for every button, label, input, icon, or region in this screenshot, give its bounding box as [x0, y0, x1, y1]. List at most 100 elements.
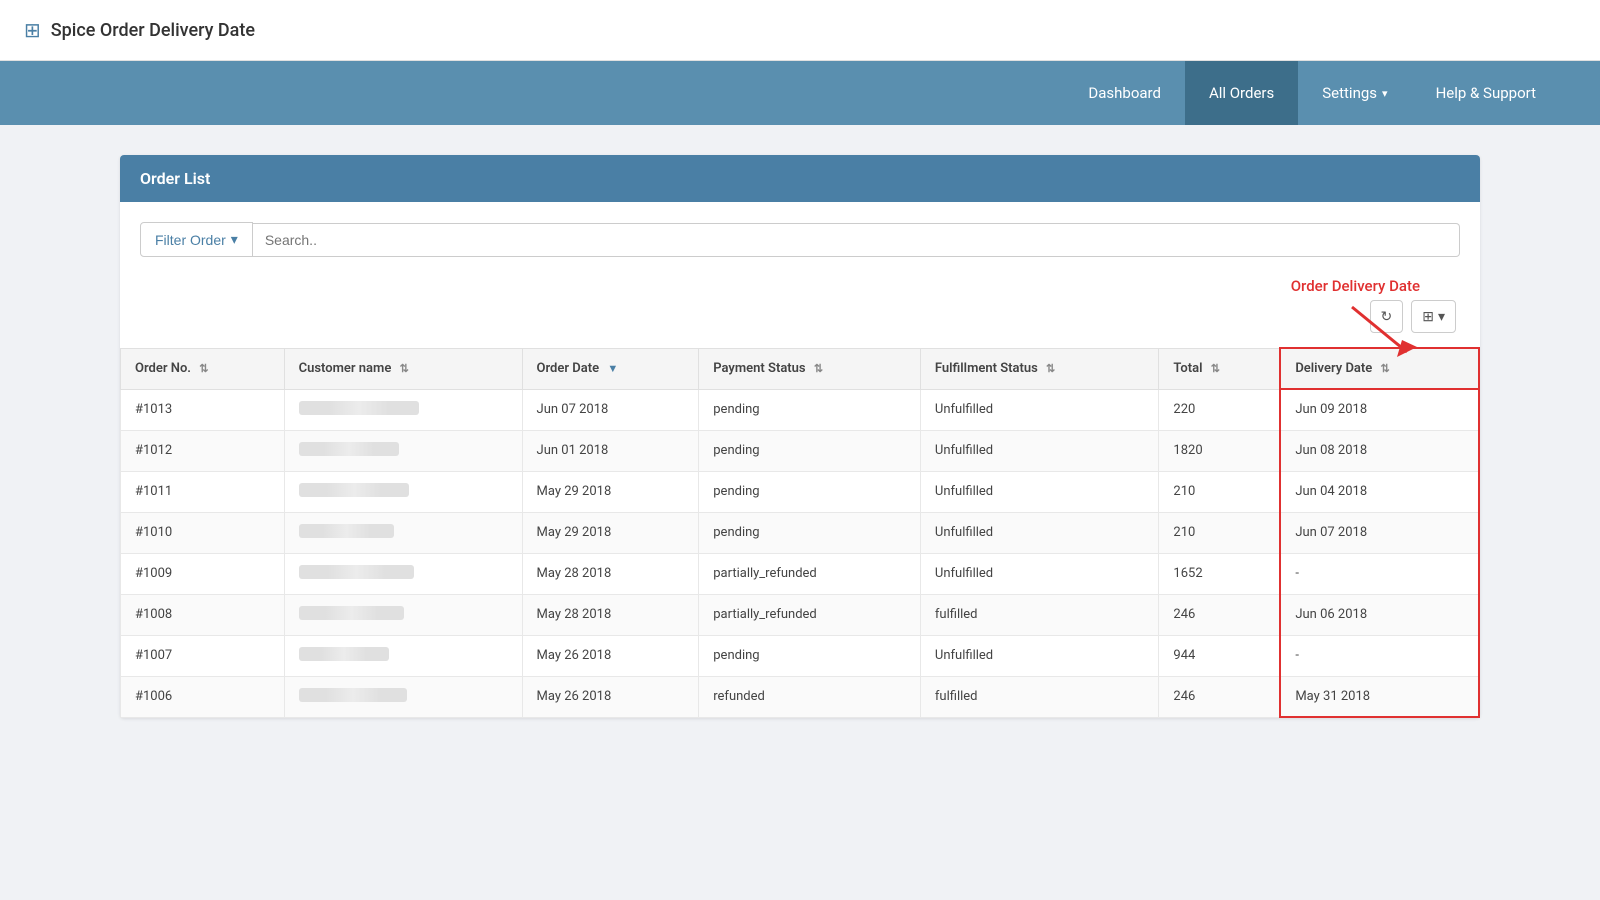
app-icon: ⊞: [24, 18, 41, 42]
annotation-label: Order Delivery Date: [1291, 277, 1420, 295]
columns-icon: ⊞: [1422, 308, 1434, 325]
cell-delivery-date: Jun 06 2018: [1280, 594, 1479, 635]
cell-customer-name: [284, 512, 522, 553]
cell-fulfillment-status: fulfilled: [920, 676, 1159, 717]
cell-delivery-date: Jun 09 2018: [1280, 389, 1479, 430]
columns-dropdown-icon: ▾: [1438, 308, 1445, 325]
cell-fulfillment-status: Unfulfilled: [920, 471, 1159, 512]
cell-payment-status: partially_refunded: [699, 553, 921, 594]
cell-customer-name: [284, 676, 522, 717]
cell-fulfillment-status: Unfulfilled: [920, 389, 1159, 430]
search-input[interactable]: [253, 223, 1460, 257]
cell-order-date: Jun 07 2018: [522, 389, 699, 430]
cell-order-no: #1007: [121, 635, 285, 676]
cell-total: 944: [1159, 635, 1280, 676]
sort-fulfillment-icon[interactable]: ⇅: [1046, 362, 1055, 375]
col-payment-status: Payment Status ⇅: [699, 348, 921, 389]
cell-delivery-date: -: [1280, 635, 1479, 676]
cell-order-no: #1009: [121, 553, 285, 594]
cell-order-no: #1008: [121, 594, 285, 635]
col-order-no: Order No. ⇅: [121, 348, 285, 389]
cell-customer-name: [284, 553, 522, 594]
cell-delivery-date: Jun 08 2018: [1280, 430, 1479, 471]
cell-payment-status: pending: [699, 512, 921, 553]
cell-order-date: May 26 2018: [522, 676, 699, 717]
annotation-area: Order Delivery Date ↻ ⊞ ▾: [120, 267, 1480, 347]
cell-total: 210: [1159, 512, 1280, 553]
cell-fulfillment-status: fulfilled: [920, 594, 1159, 635]
cell-order-date: May 29 2018: [522, 471, 699, 512]
sort-customer-icon[interactable]: ⇅: [400, 362, 409, 375]
annotation-arrow: [1342, 302, 1422, 362]
cell-delivery-date: -: [1280, 553, 1479, 594]
cell-customer-name: [284, 635, 522, 676]
nav-help-support[interactable]: Help & Support: [1412, 61, 1560, 125]
app-title-bar: ⊞ Spice Order Delivery Date: [0, 0, 1600, 61]
cell-fulfillment-status: Unfulfilled: [920, 635, 1159, 676]
main-content: Order List Filter Order ▾ Order Delivery…: [0, 125, 1600, 748]
cell-fulfillment-status: Unfulfilled: [920, 430, 1159, 471]
cell-fulfillment-status: Unfulfilled: [920, 553, 1159, 594]
cell-order-no: #1010: [121, 512, 285, 553]
cell-order-date: May 26 2018: [522, 635, 699, 676]
sort-order-no-icon[interactable]: ⇅: [199, 362, 208, 375]
table-row[interactable]: #1011 May 29 2018pendingUnfulfilled210Jun…: [121, 471, 1480, 512]
cell-order-no: #1013: [121, 389, 285, 430]
col-order-date: Order Date ▼: [522, 348, 699, 389]
settings-dropdown-icon: ▾: [1382, 87, 1388, 100]
table-row[interactable]: #1012 Jun 01 2018pendingUnfulfilled1820Ju…: [121, 430, 1480, 471]
order-list-card: Order List Filter Order ▾ Order Delivery…: [120, 155, 1480, 718]
order-table: Order No. ⇅ Customer name ⇅ Order Date ▼…: [120, 347, 1480, 718]
cell-order-no: #1012: [121, 430, 285, 471]
cell-customer-name: [284, 471, 522, 512]
nav-all-orders[interactable]: All Orders: [1185, 61, 1298, 125]
col-fulfillment-status: Fulfillment Status ⇅: [920, 348, 1159, 389]
table-row[interactable]: #1006 May 26 2018refundedfulfilled246May …: [121, 676, 1480, 717]
order-list-header: Order List: [120, 155, 1480, 202]
cell-total: 246: [1159, 594, 1280, 635]
cell-payment-status: pending: [699, 430, 921, 471]
cell-order-no: #1006: [121, 676, 285, 717]
cell-payment-status: partially_refunded: [699, 594, 921, 635]
cell-payment-status: pending: [699, 471, 921, 512]
table-row[interactable]: #1009 May 28 2018partially_refundedUnfulf…: [121, 553, 1480, 594]
sort-total-icon[interactable]: ⇅: [1211, 362, 1220, 375]
cell-payment-status: refunded: [699, 676, 921, 717]
cell-order-no: #1011: [121, 471, 285, 512]
table-row[interactable]: #1008 May 28 2018partially_refundedfulfil…: [121, 594, 1480, 635]
app-title: Spice Order Delivery Date: [51, 20, 255, 41]
filter-dropdown-icon: ▾: [231, 231, 238, 248]
cell-total: 1652: [1159, 553, 1280, 594]
cell-total: 1820: [1159, 430, 1280, 471]
nav-bar: Dashboard All Orders Settings ▾ Help & S…: [0, 61, 1600, 125]
cell-payment-status: pending: [699, 635, 921, 676]
cell-order-date: May 29 2018: [522, 512, 699, 553]
cell-delivery-date: Jun 04 2018: [1280, 471, 1479, 512]
sort-delivery-icon[interactable]: ⇅: [1381, 362, 1390, 375]
sort-payment-icon[interactable]: ⇅: [814, 362, 823, 375]
nav-dashboard[interactable]: Dashboard: [1064, 61, 1185, 125]
cell-delivery-date: Jun 07 2018: [1280, 512, 1479, 553]
col-customer-name: Customer name ⇅: [284, 348, 522, 389]
table-row[interactable]: #1013 Jun 07 2018pendingUnfulfilled220Jun…: [121, 389, 1480, 430]
sort-order-date-icon[interactable]: ▼: [607, 362, 618, 375]
table-row[interactable]: #1010 May 29 2018pendingUnfulfilled210Jun…: [121, 512, 1480, 553]
nav-settings[interactable]: Settings ▾: [1298, 61, 1411, 125]
cell-total: 220: [1159, 389, 1280, 430]
cell-order-date: May 28 2018: [522, 553, 699, 594]
cell-total: 246: [1159, 676, 1280, 717]
cell-total: 210: [1159, 471, 1280, 512]
col-total: Total ⇅: [1159, 348, 1280, 389]
cell-customer-name: [284, 594, 522, 635]
cell-fulfillment-status: Unfulfilled: [920, 512, 1159, 553]
cell-order-date: Jun 01 2018: [522, 430, 699, 471]
filter-order-button[interactable]: Filter Order ▾: [140, 222, 253, 257]
cell-payment-status: pending: [699, 389, 921, 430]
cell-customer-name: [284, 430, 522, 471]
filter-row: Filter Order ▾: [120, 202, 1480, 267]
cell-delivery-date: May 31 2018: [1280, 676, 1479, 717]
cell-order-date: May 28 2018: [522, 594, 699, 635]
cell-customer-name: [284, 389, 522, 430]
table-header-row: Order No. ⇅ Customer name ⇅ Order Date ▼…: [121, 348, 1480, 389]
table-row[interactable]: #1007 May 26 2018pendingUnfulfilled944-: [121, 635, 1480, 676]
